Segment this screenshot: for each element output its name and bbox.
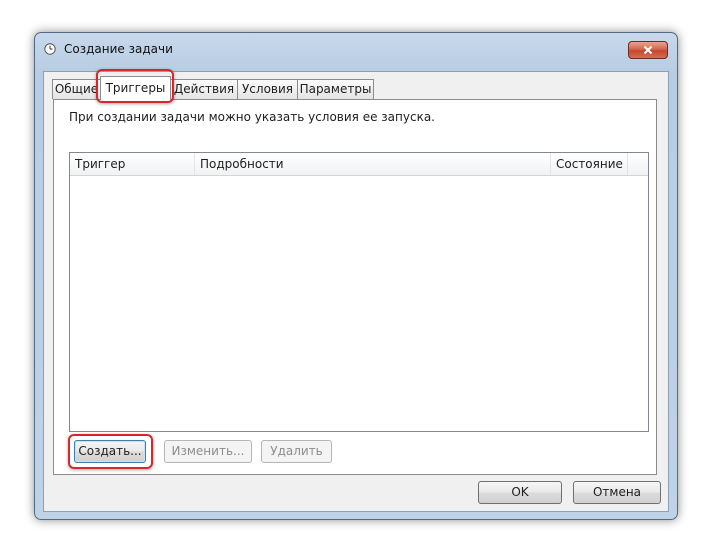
window-title: Создание задачи — [64, 42, 173, 56]
close-icon — [643, 45, 653, 55]
column-status[interactable]: Состояние — [551, 153, 628, 175]
tab-panel-triggers: При создании задачи можно указать услови… — [53, 99, 657, 475]
panel-description: При создании задачи можно указать услови… — [69, 110, 435, 124]
triggers-list[interactable]: Триггер Подробности Состояние — [69, 152, 649, 432]
title-bar[interactable]: Создание задачи — [35, 33, 677, 63]
column-details[interactable]: Подробности — [195, 153, 551, 175]
task-dialog: Создание задачи Общие Триггеры Действия … — [34, 32, 678, 520]
tab-conditions[interactable]: Условия — [237, 79, 298, 99]
list-header: Триггер Подробности Состояние — [70, 153, 648, 176]
cancel-button[interactable]: Отмена — [573, 481, 661, 504]
ok-button[interactable]: OK — [478, 481, 562, 504]
clock-icon — [44, 43, 56, 55]
edit-button[interactable]: Изменить... — [164, 440, 252, 463]
tab-actions[interactable]: Действия — [170, 79, 238, 99]
column-trigger[interactable]: Триггер — [70, 153, 195, 175]
delete-button[interactable]: Удалить — [261, 440, 332, 463]
tab-triggers[interactable]: Триггеры — [100, 76, 171, 100]
create-button[interactable]: Создать... — [74, 440, 146, 463]
close-button[interactable] — [628, 41, 668, 59]
tab-settings[interactable]: Параметры — [297, 79, 374, 99]
tab-general[interactable]: Общие — [52, 79, 101, 99]
dialog-client-area: Общие Триггеры Действия Условия Параметр… — [43, 69, 669, 512]
